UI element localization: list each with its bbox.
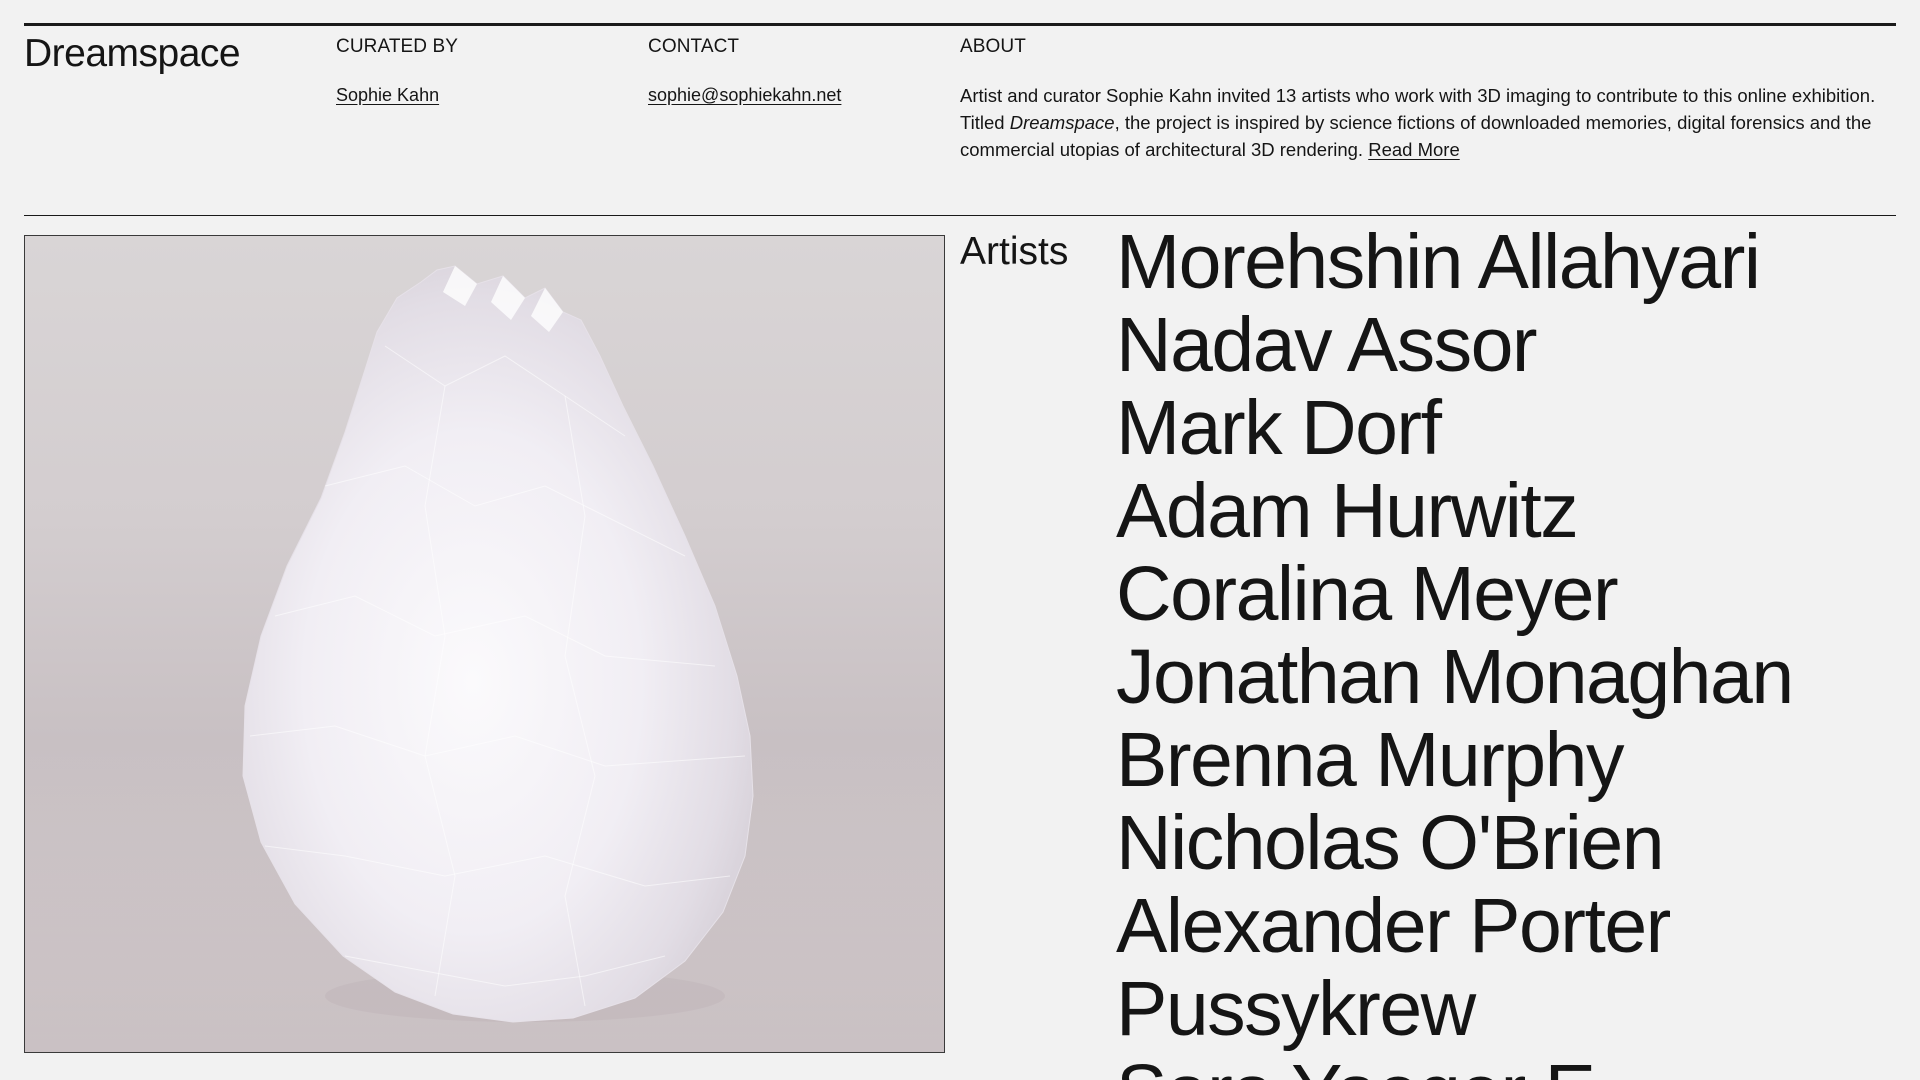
sculpture-body	[242, 265, 754, 1023]
artist-link[interactable]: Sara Yaeger E...	[1116, 1051, 1793, 1080]
about-text: Artist and curator Sophie Kahn invited 1…	[960, 82, 1880, 163]
curated-by-section: CURATED BY Sophie Kahn	[336, 36, 626, 108]
artist-link[interactable]: Brenna Murphy	[1116, 719, 1793, 802]
top-divider	[24, 23, 1896, 26]
artist-link[interactable]: Nadav Assor	[1116, 304, 1793, 387]
artist-link[interactable]: Mark Dorf	[1116, 387, 1793, 470]
artist-link[interactable]: Pussykrew	[1116, 968, 1793, 1051]
featured-artwork-image[interactable]	[24, 235, 945, 1053]
artist-link[interactable]: Adam Hurwitz	[1116, 470, 1793, 553]
artist-link[interactable]: Alexander Porter	[1116, 885, 1793, 968]
about-heading: ABOUT	[960, 36, 1026, 57]
contact-heading: CONTACT	[648, 36, 740, 57]
artists-list: Morehshin Allahyari Nadav Assor Mark Dor…	[1116, 221, 1794, 1080]
section-divider	[24, 215, 1896, 216]
artist-link[interactable]: Jonathan Monaghan	[1116, 636, 1794, 719]
artist-link[interactable]: Coralina Meyer	[1116, 553, 1793, 636]
artist-link[interactable]: Morehshin Allahyari	[1116, 221, 1793, 304]
artists-label: Artists	[960, 230, 1069, 273]
contact-email-link[interactable]: sophie@sophiekahn.net	[648, 82, 841, 108]
page: Dreamspace CURATED BY Sophie Kahn CONTAC…	[0, 0, 1920, 1080]
site-title[interactable]: Dreamspace	[24, 30, 241, 78]
curator-link[interactable]: Sophie Kahn	[336, 82, 439, 108]
sculpture-render	[25, 265, 944, 1052]
curated-by-heading: CURATED BY	[336, 36, 459, 57]
contact-section: CONTACT sophie@sophiekahn.net	[648, 36, 938, 108]
about-section: ABOUT Artist and curator Sophie Kahn inv…	[960, 36, 1880, 163]
artist-link[interactable]: Nicholas O'Brien	[1116, 802, 1793, 885]
about-text-title: Dreamspace	[1009, 112, 1115, 133]
read-more-link[interactable]: Read More	[1368, 139, 1460, 160]
